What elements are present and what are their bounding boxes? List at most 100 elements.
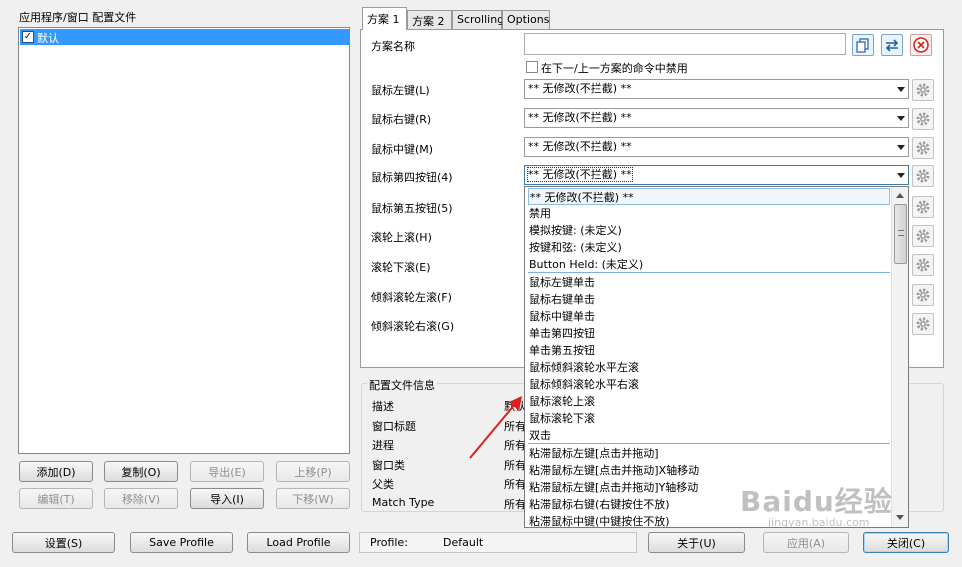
- move-up-button[interactable]: 上移(P): [276, 461, 350, 482]
- chevron-down-icon: [897, 87, 905, 92]
- scheme-name-input[interactable]: [524, 33, 846, 55]
- info-value-window-title: 所有: [504, 420, 526, 433]
- settings-button[interactable]: 设置(S): [12, 532, 115, 553]
- tilt-left-label: 倾斜滚轮左滚(F): [371, 291, 452, 304]
- import-button[interactable]: 导入(I): [190, 488, 264, 509]
- gear-icon: [916, 141, 930, 155]
- profile-item-default[interactable]: ✓ 默认: [20, 29, 349, 45]
- dropdown-option[interactable]: 鼠标右键单击: [528, 291, 890, 308]
- dropdown-option[interactable]: 单击第五按钮: [528, 342, 890, 359]
- gear-button[interactable]: [912, 313, 934, 335]
- dropdown-option[interactable]: Button Held: (未定义): [528, 256, 890, 273]
- info-label-window-class: 窗口类: [372, 459, 405, 472]
- watermark-brand: Baidu经验: [740, 485, 893, 518]
- fourth-button-select[interactable]: ** 无修改(不拦截) **: [524, 165, 909, 185]
- info-value-process: 所有: [504, 439, 526, 452]
- tab-scheme-2[interactable]: 方案 2: [407, 10, 452, 29]
- info-value-parent-class: 所有: [504, 478, 526, 491]
- gear-button[interactable]: [912, 254, 934, 276]
- dropdown-option[interactable]: 粘滞鼠标左键[点击并拖动]X轴移动: [528, 462, 890, 479]
- profiles-header: 应用程序/窗口 配置文件: [19, 11, 137, 24]
- gear-button[interactable]: [912, 137, 934, 159]
- profile-checkbox[interactable]: ✓: [22, 31, 34, 43]
- load-profile-button[interactable]: Load Profile: [247, 532, 350, 553]
- chevron-down-icon: [897, 145, 905, 150]
- left-button-value: ** 无修改(不拦截) **: [528, 82, 632, 95]
- middle-button-label: 鼠标中键(M): [371, 143, 434, 156]
- right-button-select[interactable]: ** 无修改(不拦截) **: [524, 108, 909, 128]
- gear-icon: [916, 317, 930, 331]
- dropdown-option[interactable]: 单击第四按钮: [528, 325, 890, 342]
- gear-icon: [916, 169, 930, 183]
- move-down-button[interactable]: 下移(W): [276, 488, 350, 509]
- info-value-description: 默认: [504, 400, 526, 413]
- chevron-down-icon: [897, 173, 905, 178]
- dropdown-option[interactable]: 鼠标倾斜滚轮水平右滚: [528, 376, 890, 393]
- profile-status: Profile: Default: [359, 532, 637, 553]
- scroll-down-arrow-icon[interactable]: [896, 515, 904, 520]
- save-profile-button[interactable]: Save Profile: [130, 532, 233, 553]
- fourth-button-label: 鼠标第四按钮(4): [371, 171, 453, 184]
- wheel-down-label: 滚轮下滚(E): [371, 261, 431, 274]
- apply-button[interactable]: 应用(A): [763, 532, 849, 553]
- dropdown-option[interactable]: 鼠标滚轮下滚: [528, 410, 890, 427]
- dropdown-option[interactable]: 鼠标倾斜滚轮水平左滚: [528, 359, 890, 376]
- dropdown-option[interactable]: 鼠标滚轮上滚: [528, 393, 890, 410]
- scroll-up-arrow-icon[interactable]: [896, 193, 904, 198]
- dropdown-scrollbar[interactable]: [891, 187, 908, 527]
- info-value-match-type: 所有: [504, 498, 526, 511]
- profiles-list[interactable]: ✓ 默认: [18, 27, 350, 454]
- copy-button[interactable]: 复制(O): [104, 461, 178, 482]
- action-dropdown-list[interactable]: ** 无修改(不拦截) ** 禁用 模拟按键: (未定义) 按键和弦: (未定义…: [524, 186, 909, 528]
- fifth-button-label: 鼠标第五按钮(5): [371, 202, 453, 215]
- left-button-label: 鼠标左键(L): [371, 84, 430, 97]
- dropdown-option[interactable]: 模拟按键: (未定义): [528, 222, 890, 239]
- about-button[interactable]: 关于(U): [648, 532, 745, 553]
- delete-scheme-button[interactable]: [910, 34, 932, 56]
- right-button-label: 鼠标右键(R): [371, 113, 432, 126]
- gear-icon: [916, 83, 930, 97]
- edit-button[interactable]: 编辑(T): [19, 488, 93, 509]
- remove-button[interactable]: 移除(V): [104, 488, 178, 509]
- export-button[interactable]: 导出(E): [190, 461, 264, 482]
- gear-button[interactable]: [912, 225, 934, 247]
- dropdown-option[interactable]: 双击: [528, 427, 890, 444]
- disable-in-cycle-label: 在下一/上一方案的命令中禁用: [541, 62, 688, 75]
- fourth-button-value: ** 无修改(不拦截) **: [527, 167, 633, 182]
- gear-icon: [916, 200, 930, 214]
- scheme-name-label: 方案名称: [371, 40, 415, 53]
- dropdown-option[interactable]: 按键和弦: (未定义): [528, 239, 890, 256]
- gear-icon: [916, 288, 930, 302]
- close-button[interactable]: 关闭(C): [863, 532, 949, 553]
- grip-icon: [898, 230, 904, 236]
- tab-scheme-1[interactable]: 方案 1: [362, 7, 407, 30]
- baidu-watermark: Baidu经验 jingyan.baidu.com: [740, 480, 893, 529]
- dropdown-option[interactable]: 鼠标中键单击: [528, 308, 890, 325]
- disable-in-cycle-checkbox[interactable]: [526, 61, 538, 73]
- dropdown-option[interactable]: 粘滞鼠标左键[点击并拖动]: [528, 445, 890, 462]
- dropdown-option[interactable]: 鼠标左键单击: [528, 274, 890, 291]
- middle-button-select[interactable]: ** 无修改(不拦截) **: [524, 137, 909, 157]
- tab-options[interactable]: Options: [502, 10, 550, 29]
- tilt-right-label: 倾斜滚轮右滚(G): [371, 320, 455, 333]
- tab-scrolling[interactable]: Scrolling: [452, 10, 504, 29]
- gear-button[interactable]: [912, 284, 934, 306]
- gear-button[interactable]: [912, 79, 934, 101]
- gear-button[interactable]: [912, 165, 934, 187]
- dropdown-option[interactable]: ** 无修改(不拦截) **: [528, 188, 890, 205]
- profile-info-title: 配置文件信息: [367, 377, 437, 393]
- delete-icon: [913, 37, 929, 53]
- swap-scheme-button[interactable]: [881, 34, 903, 56]
- left-button-select[interactable]: ** 无修改(不拦截) **: [524, 79, 909, 99]
- info-label-match-type: Match Type: [372, 496, 435, 509]
- gear-button[interactable]: [912, 196, 934, 218]
- info-label-process: 进程: [372, 439, 394, 452]
- middle-button-value: ** 无修改(不拦截) **: [528, 140, 632, 153]
- copy-scheme-button[interactable]: [852, 34, 874, 56]
- scrollbar-thumb[interactable]: [894, 204, 907, 264]
- dropdown-option[interactable]: 禁用: [528, 205, 890, 222]
- chevron-down-icon: [897, 116, 905, 121]
- add-button[interactable]: 添加(D): [19, 461, 93, 482]
- gear-button[interactable]: [912, 108, 934, 130]
- info-label-parent-class: 父类: [372, 478, 394, 491]
